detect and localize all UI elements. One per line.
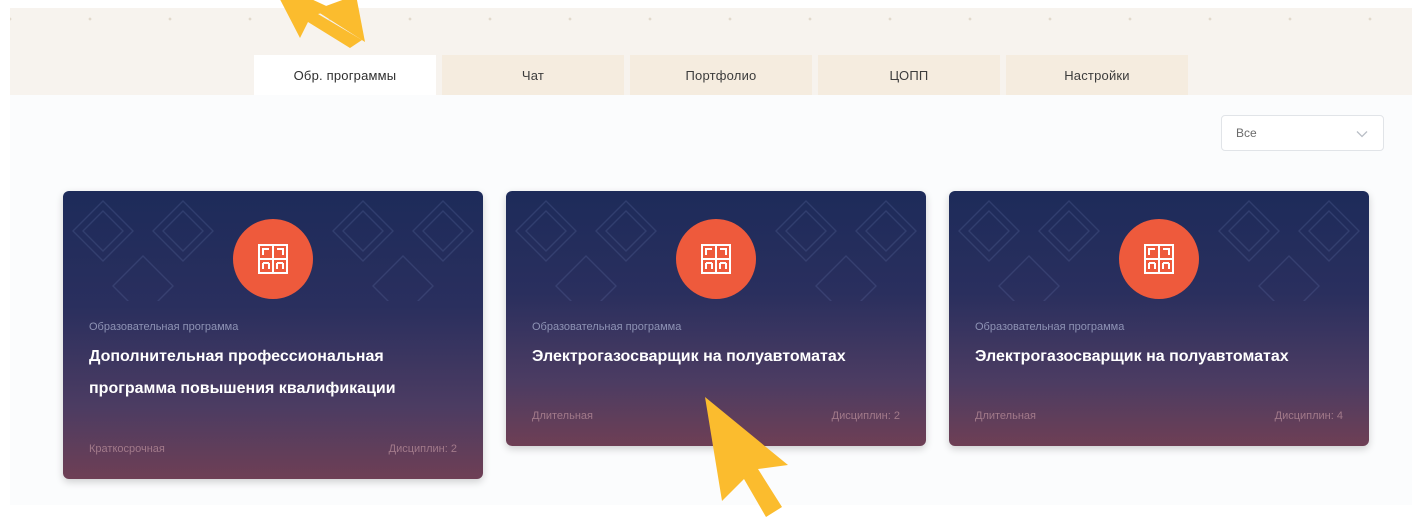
card-title: Дополнительная профессиональная программ… xyxy=(89,348,396,397)
chevron-down-icon xyxy=(1356,131,1368,138)
card-type: Образовательная программа xyxy=(532,321,682,333)
tab-label: ЦОПП xyxy=(889,67,929,83)
card-type: Образовательная программа xyxy=(975,321,1125,333)
tab-bar: Обр. программы Чат Портфолио ЦОПП Настро… xyxy=(254,55,1194,95)
filter-select-value: Все xyxy=(1236,126,1257,140)
card-duration: Краткосрочная xyxy=(89,443,165,455)
copp-logo xyxy=(1119,219,1199,299)
card-title: Электрогазосварщик на полуавтоматах xyxy=(975,348,1289,365)
pointer-arrow-icon xyxy=(280,0,365,48)
tab-settings[interactable]: Настройки xyxy=(1006,55,1188,95)
program-card[interactable]: Образовательная программа Дополнительная… xyxy=(63,191,483,479)
filter-select[interactable]: Все xyxy=(1221,115,1384,151)
tab-label: Чат xyxy=(521,67,545,83)
copp-logo-icon xyxy=(701,244,731,274)
copp-logo-icon xyxy=(1144,244,1174,274)
card-duration: Длительная xyxy=(532,410,593,422)
card-duration: Длительная xyxy=(975,410,1036,422)
copp-logo-icon xyxy=(258,244,288,274)
copp-logo xyxy=(676,219,756,299)
pointer-arrow-icon xyxy=(705,397,788,517)
tab-programs[interactable]: Обр. программы xyxy=(254,55,436,95)
copp-logo xyxy=(233,219,313,299)
card-disciplines: Дисциплин: 2 xyxy=(831,410,900,422)
card-disciplines: Дисциплин: 2 xyxy=(388,443,457,455)
tab-chat[interactable]: Чат xyxy=(442,55,624,95)
tab-label: Настройки xyxy=(1064,67,1130,83)
tab-label: Портфолио xyxy=(685,67,757,83)
tab-portfolio[interactable]: Портфолио xyxy=(630,55,812,95)
tab-label: Обр. программы xyxy=(293,67,397,83)
card-type: Образовательная программа xyxy=(89,321,239,333)
tab-copp[interactable]: ЦОПП xyxy=(818,55,1000,95)
program-card[interactable]: Образовательная программа Электрогазосва… xyxy=(949,191,1369,446)
card-disciplines: Дисциплин: 4 xyxy=(1274,410,1343,422)
decorative-pattern xyxy=(10,8,1412,22)
card-title: Электрогазосварщик на полуавтоматах xyxy=(532,348,846,365)
